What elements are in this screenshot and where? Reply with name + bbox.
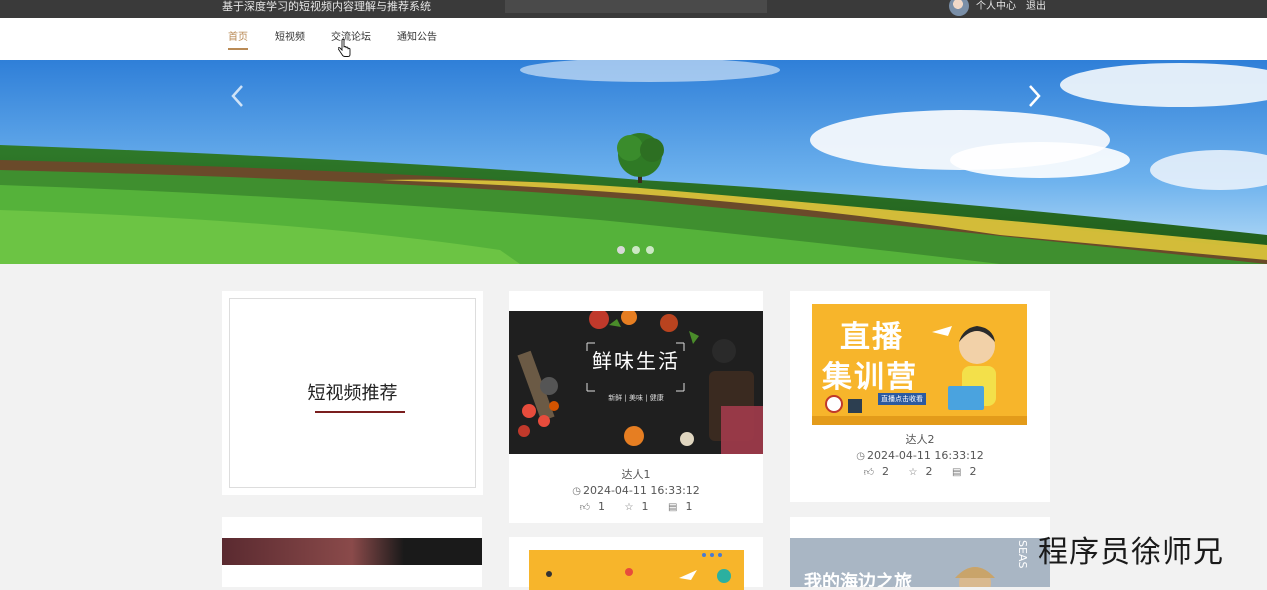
like-count: 2 [882, 465, 890, 478]
title-underline [315, 411, 405, 413]
thumbnail-title: 直播 [840, 320, 904, 355]
comment-icon: ▤ [667, 502, 678, 513]
like-count: 1 [598, 500, 606, 513]
video-author: 达人1 [621, 468, 651, 481]
carousel-dot[interactable] [632, 246, 640, 254]
thumbnail-subtitle: 新鲜 | 美味 | 健康 [608, 394, 664, 402]
favorite-count: 1 [641, 500, 649, 513]
intro-box: 短视频推荐 [229, 298, 476, 488]
intro-card: 短视频推荐 [222, 291, 483, 495]
thumbs-up-icon: 👍︎ [863, 467, 875, 478]
site-title: 基于深度学习的短视频内容理解与推荐系统 [222, 0, 431, 13]
thumbs-up-icon: 👍︎ [579, 502, 591, 513]
clock-icon: ◷ [856, 451, 865, 462]
video-stats: 👍︎ 1 ☆ 1 ▤ 1 [509, 499, 763, 516]
chevron-right-icon[interactable] [1022, 80, 1046, 112]
like-stat[interactable]: 👍︎ 2 [860, 464, 893, 481]
video-thumbnail[interactable] [222, 538, 482, 565]
mouse-pointer-icon [338, 39, 351, 57]
clock-icon: ◷ [572, 486, 581, 497]
video-card[interactable]: 我的海边之旅 SEAS [790, 517, 1050, 587]
main-nav: 首页 短视频 交流论坛 通知公告 [0, 18, 1267, 60]
thumbnail-title: 鲜味生活 [592, 349, 680, 373]
star-icon: ☆ [624, 502, 634, 513]
video-stats: 👍︎ 2 ☆ 2 ▤ 2 [790, 464, 1050, 481]
thumbnail-side-text: SEAS [1016, 540, 1029, 569]
banner-image [0, 60, 1267, 264]
thumbnail-badge: 直播点击收看 [878, 393, 926, 405]
video-card[interactable]: 直播 集训营 直播点击收看 达人2 ◷ 2024-04-11 16:33:12 👍… [790, 291, 1050, 502]
section-title: 短视频推荐 [307, 383, 398, 404]
video-thumbnail[interactable]: 直播 集训营 直播点击收看 [812, 304, 1027, 425]
video-card[interactable]: 鲜味生活 新鲜 | 美味 | 健康 达人1 ◷ 2024-04-11 16:33:… [509, 291, 763, 523]
star-icon: ☆ [908, 467, 918, 478]
watermark-text: 程序员徐师兄 [1038, 535, 1224, 570]
nav-item-home[interactable]: 首页 [228, 31, 248, 50]
comment-count: 1 [685, 500, 693, 513]
video-card[interactable] [222, 517, 482, 587]
video-time: ◷ 2024-04-11 16:33:12 [509, 483, 763, 500]
avatar[interactable] [949, 0, 969, 16]
favorite-count: 2 [925, 465, 933, 478]
video-time-text: 2024-04-11 16:33:12 [582, 484, 700, 497]
favorite-stat[interactable]: ☆ 1 [621, 499, 653, 516]
like-stat[interactable]: 👍︎ 1 [576, 499, 609, 516]
thumbnail-title: 集训营 [822, 360, 918, 395]
logout-link[interactable]: 退出 [1026, 0, 1046, 14]
search-input[interactable] [505, 0, 767, 13]
favorite-stat[interactable]: ☆ 2 [905, 464, 937, 481]
carousel-dot[interactable] [617, 246, 625, 254]
chevron-left-icon[interactable] [226, 80, 250, 112]
user-center-link[interactable]: 个人中心 [976, 0, 1016, 14]
video-author: 达人2 [905, 433, 935, 446]
video-time-text: 2024-04-11 16:33:12 [866, 449, 984, 462]
comment-icon: ▤ [951, 467, 962, 478]
comment-count: 2 [969, 465, 977, 478]
video-card[interactable] [509, 537, 763, 590]
top-bar: 基于深度学习的短视频内容理解与推荐系统 个人中心 退出 [0, 0, 1267, 18]
comment-stat[interactable]: ▤ 1 [664, 499, 696, 516]
video-thumbnail[interactable]: 我的海边之旅 SEAS [790, 538, 1050, 587]
thumbnail-title: 我的海边之旅 [804, 572, 912, 587]
banner-carousel [0, 60, 1267, 264]
video-thumbnail[interactable]: 鲜味生活 新鲜 | 美味 | 健康 [509, 311, 763, 454]
nav-item-notice[interactable]: 通知公告 [397, 31, 437, 45]
video-time: ◷ 2024-04-11 16:33:12 [790, 448, 1050, 465]
nav-item-short-video[interactable]: 短视频 [275, 31, 305, 45]
comment-stat[interactable]: ▤ 2 [948, 464, 980, 481]
video-thumbnail[interactable] [529, 550, 744, 590]
carousel-dot[interactable] [646, 246, 654, 254]
